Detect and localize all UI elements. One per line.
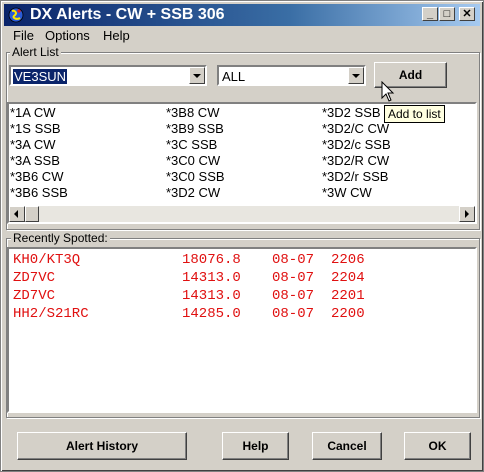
- list-item[interactable]: *3C SSB: [166, 137, 225, 153]
- spot-time: 2200: [331, 306, 365, 322]
- alert-column-1: *1A CW *1S SSB *3A CW *3A SSB *3B6 CW *3…: [10, 105, 68, 201]
- dx-alerts-window: DX Alerts - CW + SSB 306 _ □ ✕ File Opti…: [0, 0, 484, 472]
- spot-call: ZD7VC: [13, 270, 56, 286]
- spot-call: ZD7VC: [13, 288, 56, 304]
- list-item[interactable]: *3C0 CW: [166, 153, 225, 169]
- list-item[interactable]: *3B8 CW: [166, 105, 225, 121]
- spot-date: 08-07: [272, 252, 315, 268]
- help-button[interactable]: Help: [222, 432, 289, 460]
- horizontal-scrollbar[interactable]: [9, 206, 475, 222]
- cancel-button[interactable]: Cancel: [312, 432, 382, 460]
- spot-time: 2204: [331, 270, 365, 286]
- spot-time: 2201: [331, 288, 365, 304]
- spot-freq: 18076.8: [182, 252, 241, 268]
- mouse-cursor-icon: [381, 81, 395, 102]
- list-item[interactable]: *3D2/c SSB: [322, 137, 391, 153]
- title-bar[interactable]: DX Alerts - CW + SSB 306 _ □ ✕: [4, 4, 480, 26]
- list-item[interactable]: *3C0 SSB: [166, 169, 225, 185]
- spot-call: HH2/S21RC: [13, 306, 89, 322]
- list-item[interactable]: *3D2/r SSB: [322, 169, 391, 185]
- list-item[interactable]: *3B6 CW: [10, 169, 68, 185]
- menu-options[interactable]: Options: [45, 28, 90, 43]
- close-button[interactable]: ✕: [459, 7, 475, 21]
- callsign-value: VE3SUN: [13, 69, 68, 84]
- maximize-button[interactable]: □: [439, 7, 455, 21]
- scroll-left-button[interactable]: [9, 206, 25, 222]
- alert-list-label: Alert List: [10, 45, 61, 59]
- globe-app-icon: [8, 7, 24, 23]
- add-tooltip: Add to list: [384, 105, 445, 123]
- ok-button[interactable]: OK: [404, 432, 471, 460]
- list-item[interactable]: *3D2 SSB: [322, 105, 391, 121]
- window-title: DX Alerts - CW + SSB 306: [30, 6, 225, 23]
- list-item[interactable]: *3D2/R CW: [322, 153, 391, 169]
- list-item[interactable]: *3D2 CW: [166, 185, 225, 201]
- mode-combo[interactable]: ALL: [217, 65, 366, 86]
- alert-history-button[interactable]: Alert History: [17, 432, 187, 460]
- spot-call: KH0/KT3Q: [13, 252, 81, 268]
- recent-listbox[interactable]: KH0/KT3Q 18076.8 08-07 2206 ZD7VC 14313.…: [7, 247, 477, 413]
- spot-date: 08-07: [272, 306, 315, 322]
- spot-date: 08-07: [272, 288, 315, 304]
- spot-time: 2206: [331, 252, 365, 268]
- arrow-left-icon: [14, 210, 18, 218]
- list-item[interactable]: *3W CW: [322, 185, 391, 201]
- scroll-right-button[interactable]: [459, 206, 475, 222]
- list-item[interactable]: *3B9 SSB: [166, 121, 225, 137]
- chevron-down-icon[interactable]: [189, 67, 205, 84]
- list-item[interactable]: *3A SSB: [10, 153, 68, 169]
- menu-help[interactable]: Help: [103, 28, 130, 43]
- callsign-combo[interactable]: VE3SUN: [9, 65, 207, 86]
- list-item[interactable]: *3A CW: [10, 137, 68, 153]
- spot-date: 08-07: [272, 270, 315, 286]
- menu-file[interactable]: File: [13, 28, 34, 43]
- spot-freq: 14313.0: [182, 288, 241, 304]
- chevron-down-icon[interactable]: [348, 67, 364, 84]
- list-item[interactable]: *1A CW: [10, 105, 68, 121]
- spot-freq: 14313.0: [182, 270, 241, 286]
- alert-column-2: *3B8 CW *3B9 SSB *3C SSB *3C0 CW *3C0 SS…: [166, 105, 225, 201]
- list-item[interactable]: *3D2/C CW: [322, 121, 391, 137]
- list-item[interactable]: *1S SSB: [10, 121, 68, 137]
- mode-value: ALL: [222, 69, 246, 84]
- spot-freq: 14285.0: [182, 306, 241, 322]
- arrow-right-icon: [465, 210, 469, 218]
- list-item[interactable]: *3B6 SSB: [10, 185, 68, 201]
- minimize-button[interactable]: _: [422, 7, 438, 21]
- recent-label: Recently Spotted:: [11, 231, 110, 245]
- scroll-thumb[interactable]: [25, 206, 39, 222]
- alert-column-3: *3D2 SSB *3D2/C CW *3D2/c SSB *3D2/R CW …: [322, 105, 391, 201]
